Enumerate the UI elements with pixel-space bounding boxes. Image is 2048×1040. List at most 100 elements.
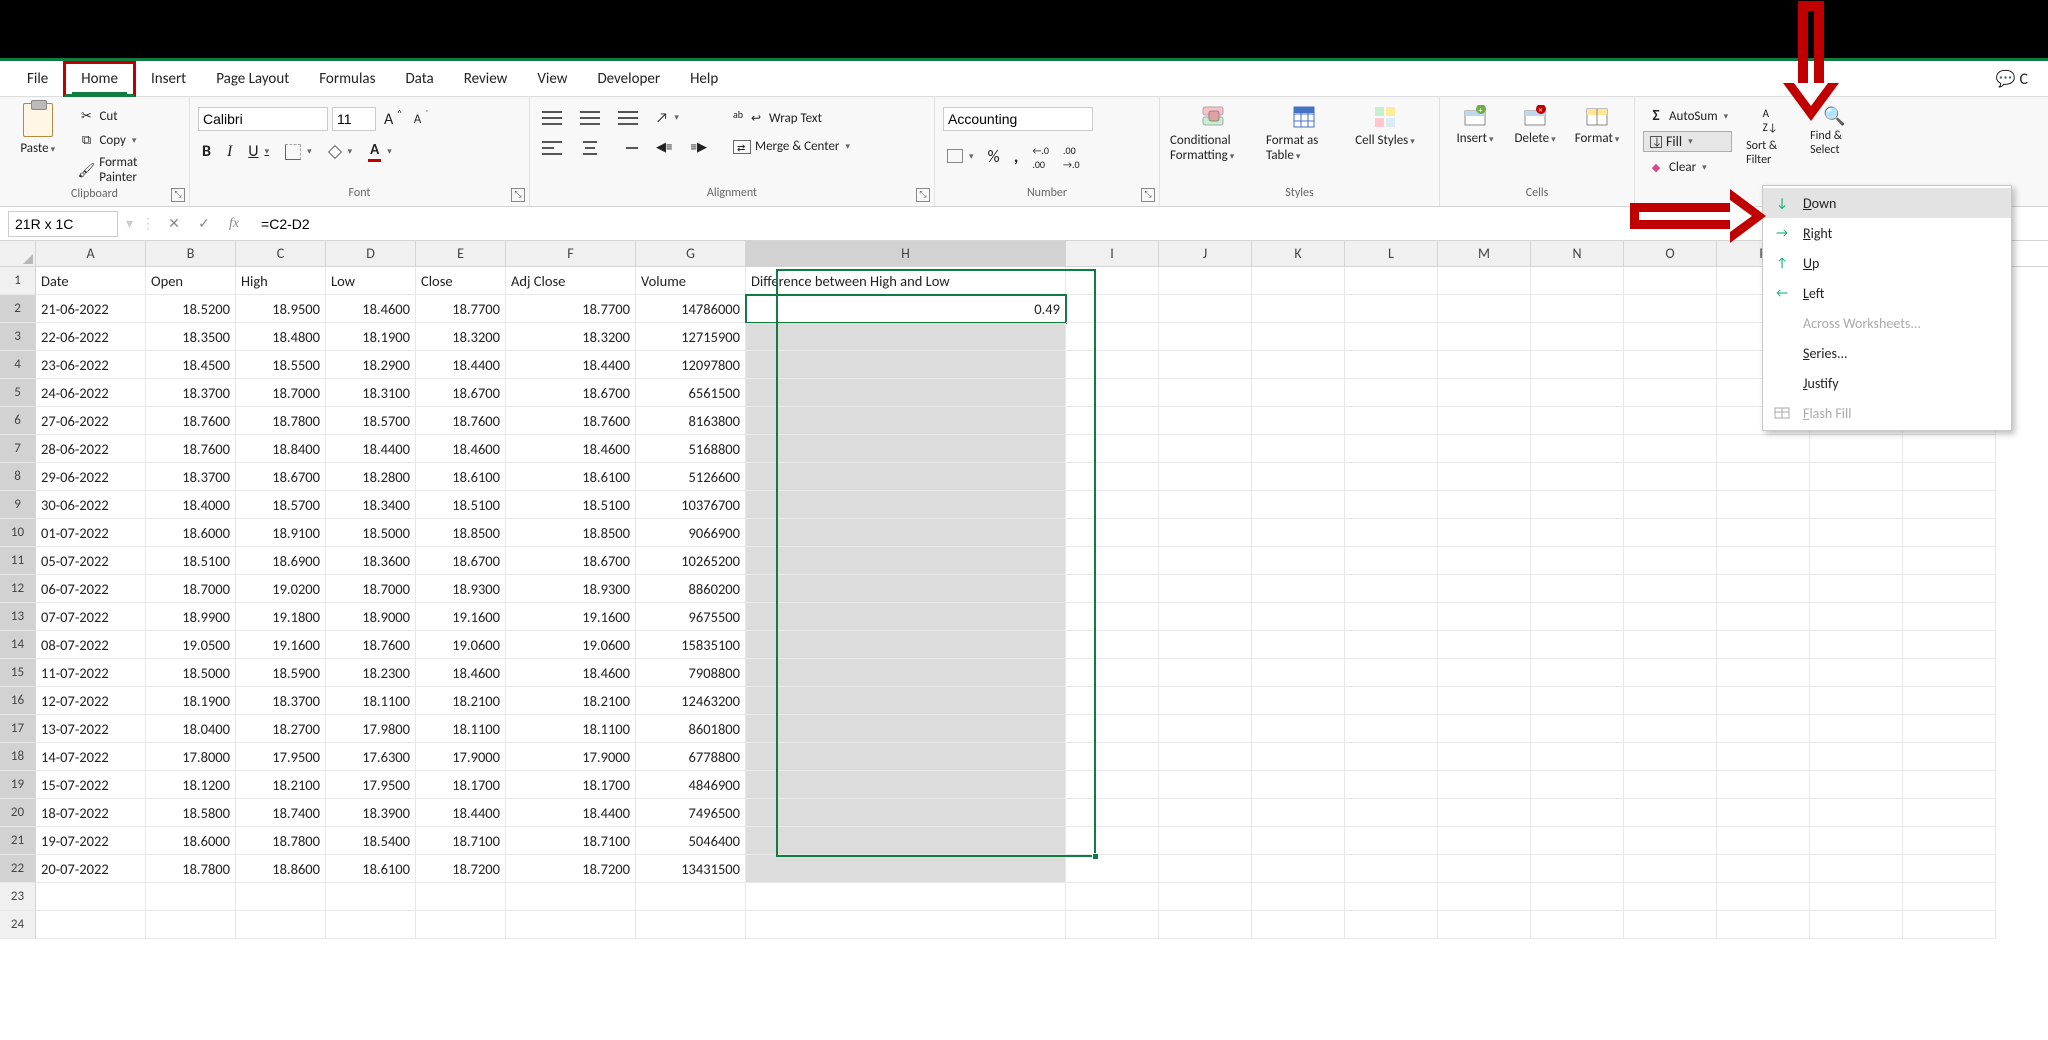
cell[interactable] xyxy=(236,883,326,911)
cell[interactable] xyxy=(1624,799,1717,827)
cell[interactable] xyxy=(1438,379,1531,407)
cell[interactable]: 18.6000 xyxy=(146,519,236,547)
row-header[interactable]: 4 xyxy=(0,351,36,379)
cell[interactable]: 18.2100 xyxy=(506,687,636,715)
row-header[interactable]: 10 xyxy=(0,519,36,547)
cell[interactable] xyxy=(1252,855,1345,883)
cell[interactable] xyxy=(1438,659,1531,687)
cell[interactable]: 18.7600 xyxy=(326,631,416,659)
cell[interactable] xyxy=(1066,771,1159,799)
cell[interactable] xyxy=(1717,463,1810,491)
number-dialog-launcher[interactable]: ⤡ xyxy=(1141,188,1155,202)
cell[interactable]: 6561500 xyxy=(636,379,746,407)
cell[interactable]: 18.7800 xyxy=(236,407,326,435)
fill-justify-item[interactable]: Justify xyxy=(1763,368,2011,398)
cell[interactable] xyxy=(1810,715,1903,743)
cell[interactable]: 18.8500 xyxy=(506,519,636,547)
cell[interactable] xyxy=(1066,883,1159,911)
cell[interactable] xyxy=(1810,771,1903,799)
cell[interactable] xyxy=(746,575,1066,603)
cell[interactable]: 18.1700 xyxy=(506,771,636,799)
cell[interactable] xyxy=(1066,743,1159,771)
cell[interactable] xyxy=(1903,631,1996,659)
cell[interactable] xyxy=(1624,519,1717,547)
cell[interactable] xyxy=(1717,519,1810,547)
cell[interactable]: 18.4400 xyxy=(416,351,506,379)
cell[interactable] xyxy=(1903,575,1996,603)
cell[interactable]: 24-06-2022 xyxy=(36,379,146,407)
cell[interactable] xyxy=(1903,799,1996,827)
cell[interactable]: 17.8000 xyxy=(146,743,236,771)
merge-center-button[interactable]: ⇄Merge & Center xyxy=(729,137,854,156)
cell[interactable] xyxy=(1252,379,1345,407)
cell[interactable]: 18.5100 xyxy=(416,491,506,519)
cell[interactable] xyxy=(746,743,1066,771)
cell[interactable] xyxy=(1066,323,1159,351)
cell[interactable] xyxy=(1438,407,1531,435)
cell[interactable] xyxy=(1345,799,1438,827)
cell[interactable]: 18.6000 xyxy=(146,827,236,855)
header-cell[interactable]: Volume xyxy=(636,267,746,295)
align-right-button[interactable] xyxy=(614,138,642,157)
fill-left-item[interactable]: Left xyxy=(1763,278,2011,308)
cell[interactable] xyxy=(1531,575,1624,603)
cell[interactable]: 20-07-2022 xyxy=(36,855,146,883)
col-header[interactable]: B xyxy=(146,241,236,266)
cell[interactable]: 10376700 xyxy=(636,491,746,519)
cell[interactable] xyxy=(1624,435,1717,463)
cell[interactable] xyxy=(746,771,1066,799)
col-header[interactable]: L xyxy=(1345,241,1438,266)
copy-button[interactable]: Copy xyxy=(73,129,181,151)
cell[interactable] xyxy=(1810,463,1903,491)
cell[interactable]: 5168800 xyxy=(636,435,746,463)
header-cell[interactable]: Date xyxy=(36,267,146,295)
cell[interactable]: 30-06-2022 xyxy=(36,491,146,519)
cell[interactable] xyxy=(636,911,746,939)
cell[interactable] xyxy=(1624,883,1717,911)
autosum-button[interactable]: AutoSum xyxy=(1643,105,1732,127)
cell[interactable] xyxy=(746,827,1066,855)
align-middle-button[interactable] xyxy=(576,107,604,128)
cell[interactable] xyxy=(1066,603,1159,631)
row-header[interactable]: 20 xyxy=(0,799,36,827)
cell[interactable]: 18.7400 xyxy=(236,799,326,827)
format-cells-button[interactable]: Format xyxy=(1568,103,1626,148)
cell[interactable] xyxy=(1345,575,1438,603)
cell[interactable] xyxy=(1159,659,1252,687)
cell[interactable] xyxy=(326,883,416,911)
cell[interactable] xyxy=(1810,631,1903,659)
cell[interactable] xyxy=(1252,827,1345,855)
cell[interactable] xyxy=(1345,463,1438,491)
cell[interactable] xyxy=(1531,379,1624,407)
row-header[interactable]: 8 xyxy=(0,463,36,491)
cell[interactable] xyxy=(746,351,1066,379)
cell[interactable] xyxy=(1717,715,1810,743)
row-header[interactable]: 19 xyxy=(0,771,36,799)
fx-button[interactable]: fx xyxy=(223,216,245,232)
cell[interactable]: 8860200 xyxy=(636,575,746,603)
cell[interactable] xyxy=(1252,911,1345,939)
cell[interactable]: 18.5900 xyxy=(236,659,326,687)
cell[interactable]: 18.3400 xyxy=(326,491,416,519)
cell[interactable]: 18.7000 xyxy=(146,575,236,603)
col-header[interactable]: H xyxy=(746,241,1066,266)
cell[interactable]: 18.3600 xyxy=(326,547,416,575)
cell[interactable] xyxy=(1717,827,1810,855)
cell[interactable] xyxy=(1159,687,1252,715)
cell[interactable] xyxy=(1624,603,1717,631)
cell[interactable] xyxy=(1624,687,1717,715)
format-as-table-button[interactable]: Format as Table xyxy=(1264,103,1344,165)
cell[interactable]: 15-07-2022 xyxy=(36,771,146,799)
cell[interactable] xyxy=(1624,407,1717,435)
cell[interactable] xyxy=(1438,547,1531,575)
cell[interactable] xyxy=(1438,267,1531,295)
cell[interactable] xyxy=(1438,491,1531,519)
header-cell[interactable]: Low xyxy=(326,267,416,295)
cell[interactable]: 18.4600 xyxy=(416,435,506,463)
cell[interactable] xyxy=(1438,855,1531,883)
cell[interactable]: 18.3200 xyxy=(416,323,506,351)
cell[interactable] xyxy=(1810,911,1903,939)
cell[interactable] xyxy=(1531,295,1624,323)
cell[interactable] xyxy=(1531,491,1624,519)
row-header[interactable]: 22 xyxy=(0,855,36,883)
